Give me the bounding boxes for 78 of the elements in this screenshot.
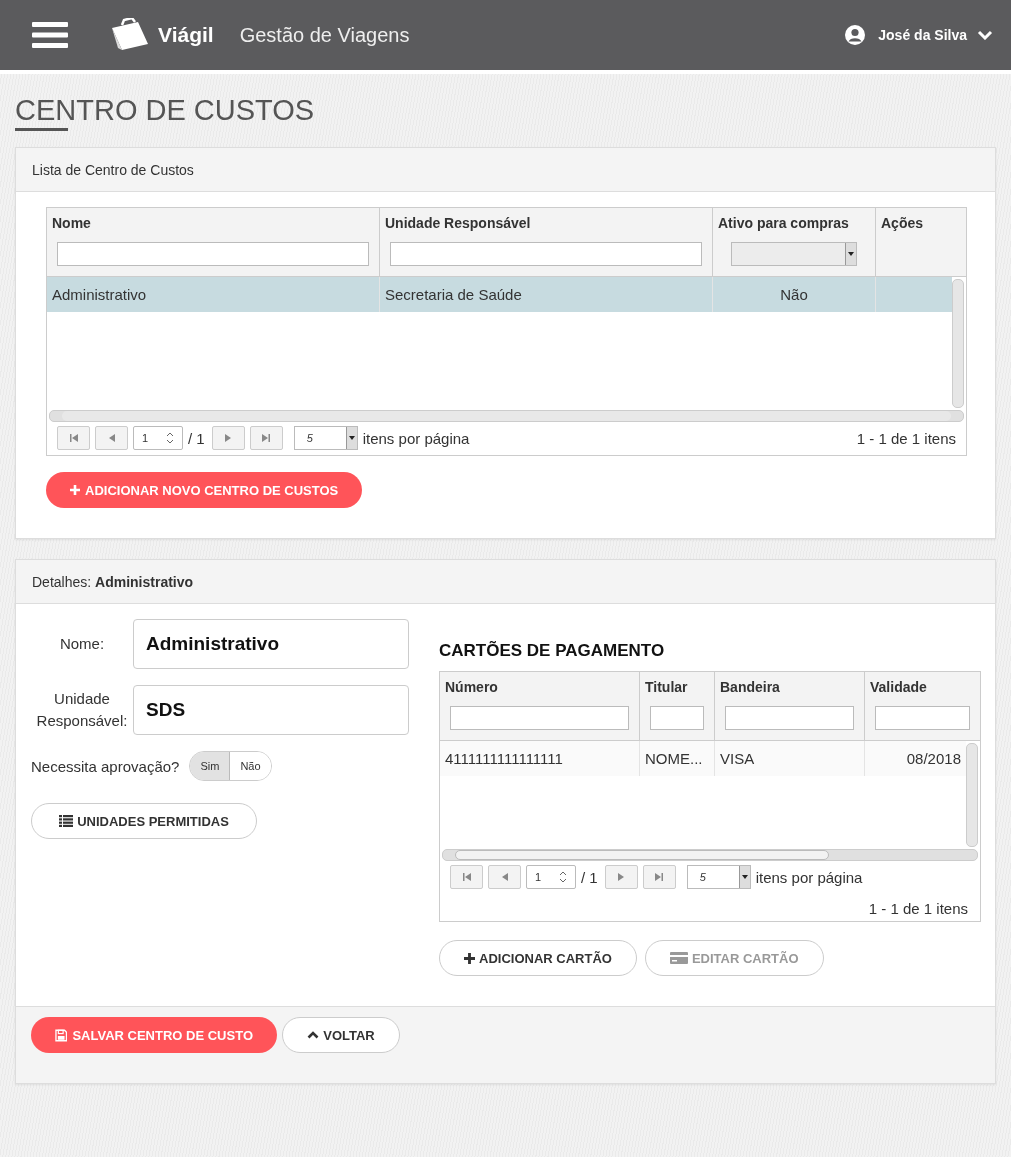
column-header[interactable]: Número: [445, 679, 498, 695]
table-row[interactable]: 4111111111111111 NOME... VISA 08/2018: [440, 741, 966, 776]
filter-field[interactable]: [390, 242, 702, 266]
first-page-icon: [68, 433, 79, 443]
table-cell: 08/2018: [906, 750, 961, 767]
credit-card-icon: [669, 952, 688, 964]
brand-name: Viágil: [158, 23, 214, 47]
last-page-icon: [654, 872, 665, 882]
first-page-button[interactable]: [57, 426, 90, 450]
table-cell: NOME...: [645, 750, 703, 767]
back-button[interactable]: VOLTAR: [282, 1017, 400, 1053]
table-cell: Não: [780, 286, 808, 303]
field-label: Nome:: [58, 633, 106, 654]
column-header[interactable]: Ativo para compras: [718, 215, 849, 231]
plus-icon: [70, 485, 80, 495]
first-page-button[interactable]: [450, 865, 483, 889]
allowed-units-button[interactable]: UNIDADES PERMITIDAS: [31, 803, 257, 839]
horizontal-scrollbar[interactable]: [442, 849, 978, 861]
column-header[interactable]: Ações: [881, 215, 924, 231]
spinner-icon: [166, 432, 174, 444]
filter-dropdown[interactable]: [731, 242, 857, 266]
last-page-button[interactable]: [642, 865, 676, 889]
user-name[interactable]: José da Silva: [878, 27, 967, 43]
page-number-field[interactable]: 1: [133, 426, 183, 450]
column-header[interactable]: Nome: [52, 215, 91, 231]
last-page-icon: [261, 433, 272, 443]
page-total: / 1: [581, 868, 598, 886]
app-subtitle: Gestão de Viagens: [239, 23, 410, 47]
input-field[interactable]: SDS: [133, 685, 409, 735]
chevron-down-icon[interactable]: [977, 30, 993, 40]
pager-summary: 1 - 1 de 1 itens: [867, 900, 969, 917]
table-row[interactable]: Administrativo Secretaria de Saúde Não: [47, 277, 952, 312]
filter-field[interactable]: [650, 706, 704, 730]
next-page-button[interactable]: [604, 865, 638, 889]
chevron-up-icon: [307, 1031, 320, 1039]
input-field[interactable]: Administrativo: [133, 619, 409, 669]
previous-page-button[interactable]: [488, 865, 521, 889]
last-page-button[interactable]: [249, 426, 283, 450]
menu-icon[interactable]: [32, 22, 68, 48]
field-label: Unidade Responsável:: [35, 688, 129, 731]
column-header[interactable]: Unidade Responsável: [385, 215, 531, 231]
first-page-icon: [461, 872, 472, 882]
dropdown-arrow-icon: [741, 875, 748, 879]
filter-field[interactable]: [57, 242, 369, 266]
table-cell: 4111111111111111: [445, 750, 563, 767]
page-size-label: itens por página: [362, 429, 470, 447]
column-header[interactable]: Titular: [645, 679, 688, 695]
toggle-option[interactable]: Sim: [190, 752, 231, 780]
table-cell: Administrativo: [52, 286, 147, 303]
next-page-button[interactable]: [211, 426, 245, 450]
dropdown-arrow-icon: [348, 436, 355, 440]
vertical-scrollbar[interactable]: [966, 743, 978, 847]
panel-title: Lista de Centro de Custos: [32, 161, 194, 178]
plus-icon: [464, 952, 475, 964]
dropdown-arrow-icon: [848, 252, 854, 256]
add-card-button[interactable]: ADICIONAR CARTÃO: [439, 940, 637, 976]
page-size-label: itens por página: [755, 868, 863, 886]
filter-field[interactable]: [875, 706, 970, 730]
page-number-field[interactable]: 1: [526, 865, 576, 889]
filter-field[interactable]: [450, 706, 629, 730]
column-header[interactable]: Bandeira: [720, 679, 780, 695]
vertical-scrollbar[interactable]: [952, 279, 964, 408]
page-size-dropdown[interactable]: 5: [686, 865, 751, 889]
panel-title: Detalhes: Administrativo: [32, 573, 194, 590]
pager-summary: 1 - 1 de 1 itens: [856, 429, 956, 447]
horizontal-scrollbar[interactable]: [49, 410, 964, 422]
spinner-icon: [559, 871, 567, 883]
section-title: CARTÕES DE PAGAMENTO: [439, 641, 666, 661]
user-icon: [844, 24, 867, 46]
previous-page-button[interactable]: [95, 426, 128, 450]
list-icon: [59, 815, 74, 827]
approval-label: Necessita aprovação?: [31, 757, 180, 775]
table-cell: Secretaria de Saúde: [385, 286, 522, 303]
page-size-dropdown[interactable]: 5: [293, 426, 358, 450]
column-header[interactable]: Validade: [870, 679, 927, 695]
table-cell: VISA: [720, 750, 755, 767]
filter-field[interactable]: [725, 706, 854, 730]
page-total: / 1: [188, 429, 205, 447]
